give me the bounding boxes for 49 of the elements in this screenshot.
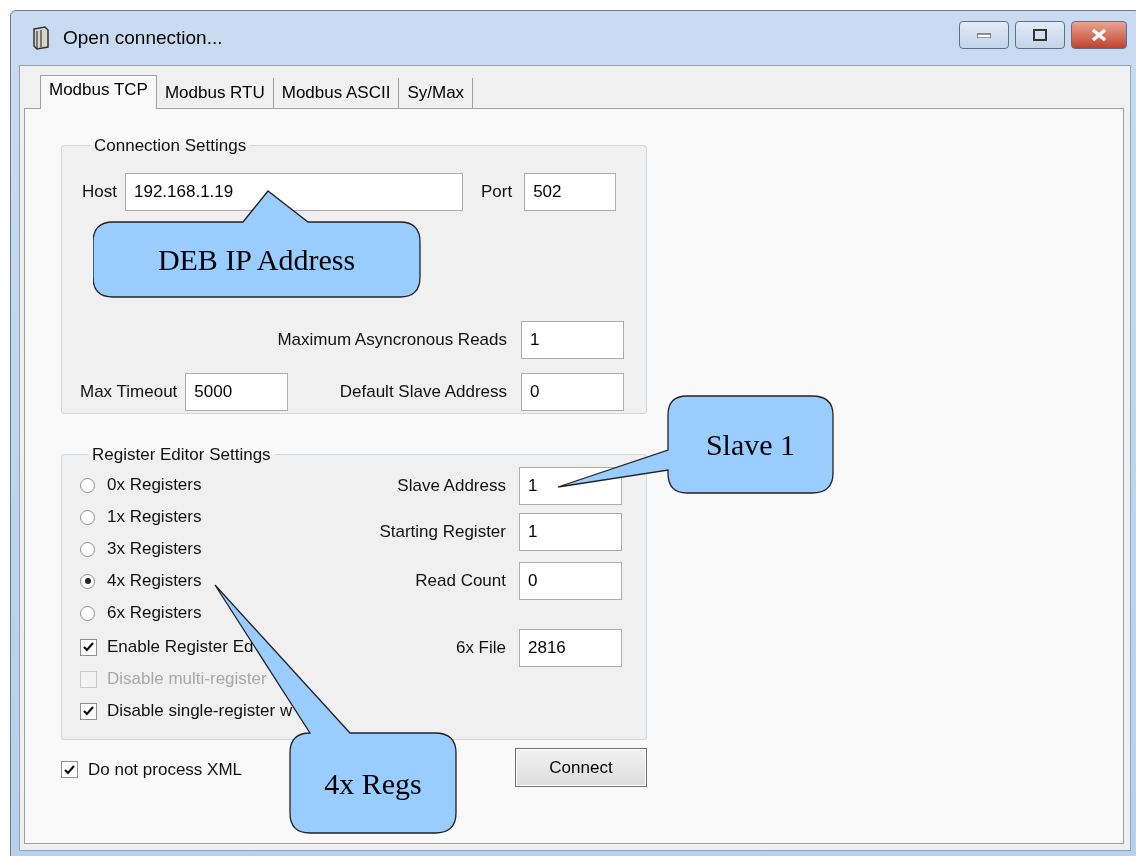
field-label: 6x File xyxy=(455,637,506,660)
field-label: Slave Address xyxy=(397,475,506,498)
input-field[interactable]: 5000 xyxy=(185,372,289,411)
radio-button[interactable] xyxy=(80,509,95,525)
input-field[interactable]: 1 xyxy=(519,513,622,551)
radio-button[interactable] xyxy=(80,541,95,557)
field-label: Host xyxy=(82,180,117,203)
maximize-icon xyxy=(1033,29,1047,41)
close-icon xyxy=(1090,28,1108,42)
window-title: Open connection... xyxy=(63,25,223,50)
close-button[interactable] xyxy=(1071,21,1127,49)
input-field[interactable]: 502 xyxy=(524,172,617,211)
callout-text: DEB IP Address xyxy=(157,242,356,278)
field-label: Disable single-register w xyxy=(107,700,293,723)
field-label: Starting Register xyxy=(379,521,506,544)
input-field[interactable]: 0 xyxy=(521,372,624,411)
field-label: 4x Registers xyxy=(107,570,202,593)
callout-text: 4x Regs xyxy=(324,765,422,802)
field-label: Maximum Asyncronous Reads xyxy=(277,328,507,351)
maximize-button[interactable] xyxy=(1015,21,1065,49)
radio-button[interactable] xyxy=(80,477,95,493)
field-label: 6x Registers xyxy=(107,602,202,625)
radio-button[interactable] xyxy=(80,573,95,589)
field-label: Default Slave Address xyxy=(339,380,507,403)
checkbox[interactable] xyxy=(80,638,97,656)
minimize-button[interactable] xyxy=(959,21,1009,49)
minimize-icon xyxy=(977,32,991,38)
field-label: 3x Registers xyxy=(107,538,202,561)
checkbox[interactable] xyxy=(80,702,97,720)
field-label: Port xyxy=(480,180,513,203)
field-label: Do not process XML xyxy=(88,758,242,781)
group-title: Connection Settings xyxy=(93,135,248,157)
field-label: 1x Registers xyxy=(107,506,202,529)
field-label: Read Count xyxy=(415,570,506,593)
callout-text: Slave 1 xyxy=(705,426,796,463)
field-label: Max Timeout xyxy=(80,380,178,403)
app-icon xyxy=(31,26,51,50)
field-label: 0x Registers xyxy=(107,474,202,497)
group-title: Register Editor Settings xyxy=(91,443,272,466)
input-field[interactable]: 192.168.1.19 xyxy=(124,172,463,211)
field-label: Enable Register Ed xyxy=(107,636,254,659)
input-field[interactable]: 2816 xyxy=(519,629,622,667)
checkbox[interactable] xyxy=(61,761,78,778)
field-label: Disable multi-register xyxy=(107,668,267,691)
radio-button[interactable] xyxy=(80,605,95,621)
input-field[interactable]: 0 xyxy=(519,562,622,600)
input-field[interactable]: 1 xyxy=(521,320,624,359)
connect-button[interactable]: Connect xyxy=(515,748,647,787)
tab[interactable]: Modbus TCP xyxy=(40,75,157,109)
